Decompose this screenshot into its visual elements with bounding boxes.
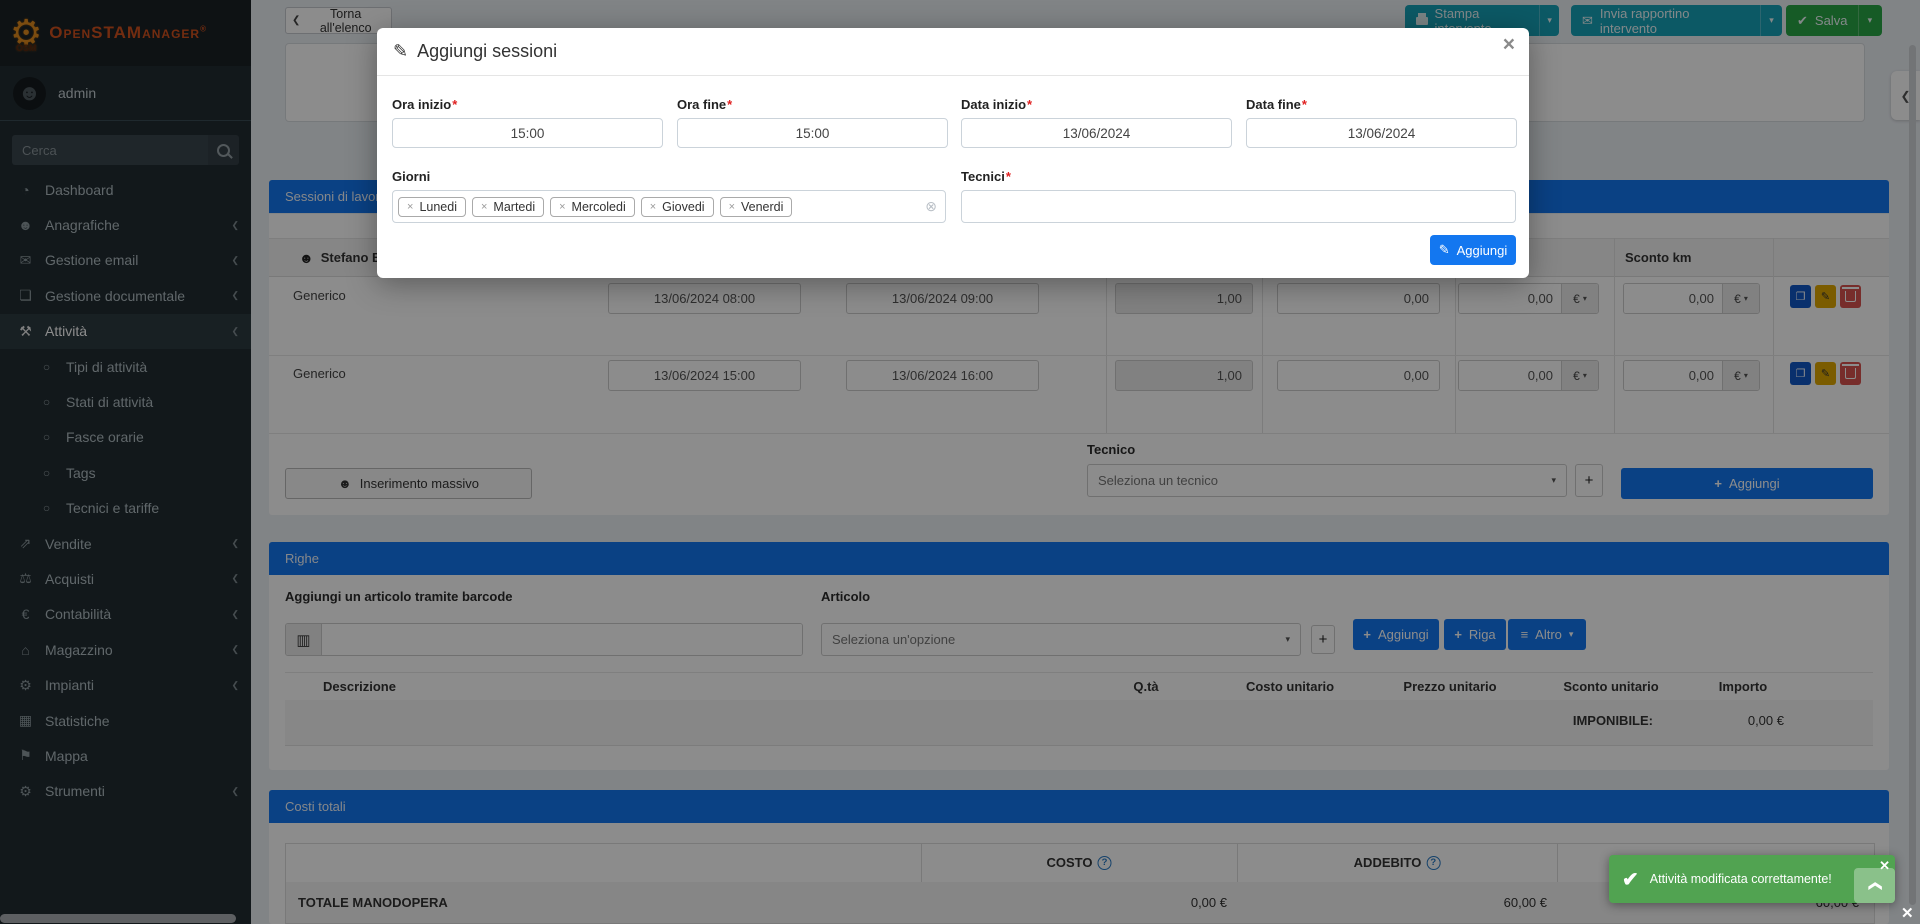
- modal-title: Aggiungi sessioni: [417, 41, 557, 62]
- day-chip-giovedi[interactable]: ×Giovedi: [641, 197, 714, 217]
- ora-fine-input[interactable]: [677, 118, 948, 148]
- giorni-multiselect[interactable]: ×Lunedi ×Martedi ×Mercoledi ×Giovedi ×Ve…: [392, 190, 946, 223]
- field-data-fine: Data fine*: [1246, 97, 1517, 148]
- corner-close-icon[interactable]: ✕: [1901, 904, 1914, 922]
- app-root: ⚙OSM OpenSTAManager® ☻ admin ◔Dashboard …: [0, 0, 1920, 924]
- remove-chip-icon[interactable]: ×: [407, 201, 413, 213]
- field-ora-inizio: Ora inizio*: [392, 97, 663, 148]
- check-icon: ✔: [1622, 867, 1639, 892]
- modal-header: ✎ Aggiungi sessioni: [377, 28, 1529, 76]
- required-asterisk: *: [1302, 97, 1307, 112]
- day-chip-venerdi[interactable]: ×Venerdi: [720, 197, 793, 217]
- remove-chip-icon[interactable]: ×: [559, 201, 565, 213]
- data-fine-input[interactable]: [1246, 118, 1517, 148]
- day-chip-lunedi[interactable]: ×Lunedi: [398, 197, 466, 217]
- add-sessions-modal: ✎ Aggiungi sessioni × Ora inizio* Ora fi…: [377, 28, 1529, 278]
- chevron-up-icon: ❯: [1867, 880, 1883, 891]
- clear-selection-icon[interactable]: ⊗: [925, 198, 937, 215]
- pencil-icon: ✎: [1439, 242, 1450, 258]
- success-toast[interactable]: ✔ Attività modificata correttamente! ✕: [1609, 855, 1895, 903]
- day-chip-mercoledi[interactable]: ×Mercoledi: [550, 197, 635, 217]
- required-asterisk: *: [727, 97, 732, 112]
- required-asterisk: *: [452, 97, 457, 112]
- day-chip-martedi[interactable]: ×Martedi: [472, 197, 544, 217]
- remove-chip-icon[interactable]: ×: [481, 201, 487, 213]
- scroll-to-top-button[interactable]: ❯: [1854, 868, 1895, 903]
- ora-inizio-input[interactable]: [392, 118, 663, 148]
- remove-chip-icon[interactable]: ×: [729, 201, 735, 213]
- field-giorni: Giorni ×Lunedi ×Martedi ×Mercoledi ×Giov…: [392, 169, 946, 223]
- field-ora-fine: Ora fine*: [677, 97, 948, 148]
- field-tecnici: Tecnici*: [961, 169, 1516, 223]
- toast-message: Attività modificata correttamente!: [1650, 872, 1832, 886]
- tecnici-input[interactable]: [961, 190, 1516, 223]
- required-asterisk: *: [1027, 97, 1032, 112]
- modal-close-button[interactable]: ×: [1503, 34, 1515, 55]
- remove-chip-icon[interactable]: ×: [650, 201, 656, 213]
- data-inizio-input[interactable]: [961, 118, 1232, 148]
- modal-submit-button[interactable]: ✎Aggiungi: [1430, 235, 1516, 265]
- required-asterisk: *: [1006, 169, 1011, 184]
- pencil-icon: ✎: [393, 41, 408, 62]
- field-data-inizio: Data inizio*: [961, 97, 1232, 148]
